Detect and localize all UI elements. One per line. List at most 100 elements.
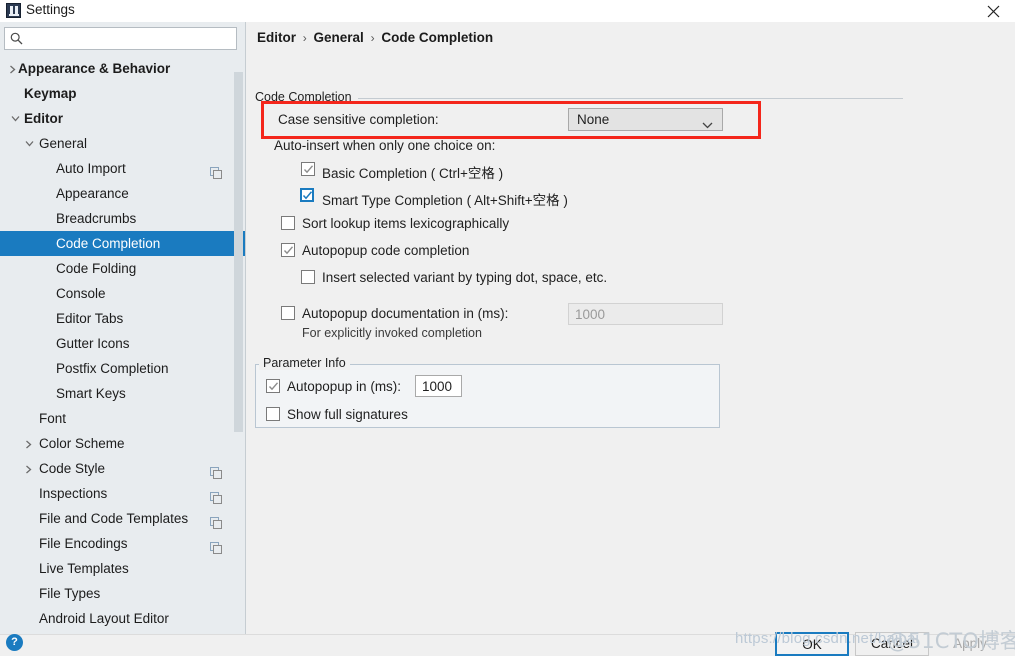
chevron-down-icon[interactable] — [8, 106, 22, 131]
sidebar-item-label: Inspections — [39, 486, 108, 501]
sidebar-item-android-layout-editor[interactable]: Android Layout Editor — [0, 606, 245, 631]
breadcrumb-editor[interactable]: Editor — [257, 30, 296, 45]
sidebar-item-label: Editor — [24, 111, 63, 126]
close-icon[interactable] — [971, 0, 1015, 22]
sidebar-item-label: Console — [56, 286, 106, 301]
search-box[interactable] — [4, 27, 238, 51]
sidebar-item-file-types[interactable]: File Types — [0, 581, 245, 606]
sidebar-item-code-style[interactable]: Code Style — [0, 456, 245, 481]
case-sensitive-completion-dropdown[interactable]: None — [568, 108, 723, 131]
breadcrumb-separator-2: › — [370, 31, 375, 45]
sidebar-item-label: Editor Tabs — [56, 311, 124, 326]
sidebar-item-label: File Encodings — [39, 536, 128, 551]
show-full-signatures-checkbox[interactable] — [266, 407, 280, 421]
sidebar-item-label: Code Style — [39, 461, 106, 476]
sidebar-item-font[interactable]: Font — [0, 406, 245, 431]
check-icon — [303, 163, 314, 174]
sidebar-item-label: File and Code Templates — [39, 511, 189, 526]
sidebar-item-editor[interactable]: Editor — [0, 106, 245, 131]
sidebar-item-auto-import[interactable]: Auto Import — [0, 156, 245, 181]
sidebar-item-appearance-behavior[interactable]: Appearance & Behavior — [0, 56, 245, 81]
sidebar-item-label: Gutter Icons — [56, 336, 130, 351]
chevron-right-icon[interactable] — [22, 456, 36, 481]
autopopup-documentation-input[interactable]: 1000 — [568, 303, 723, 325]
chevron-down-icon — [702, 117, 713, 132]
sidebar-item-file-encodings[interactable]: File Encodings — [0, 531, 245, 556]
check-icon — [302, 189, 313, 200]
sidebar-item-code-completion[interactable]: Code Completion — [0, 231, 245, 256]
sidebar-item-label: Color Scheme — [39, 436, 125, 451]
insert-selected-variant-label[interactable]: Insert selected variant by typing dot, s… — [322, 270, 607, 285]
sidebar-item-keymap[interactable]: Keymap — [0, 81, 245, 106]
param-autopopup-input[interactable]: 1000 — [415, 375, 462, 397]
sidebar-item-inspections[interactable]: Inspections — [0, 481, 245, 506]
case-sensitive-completion-value: None — [577, 112, 610, 127]
sidebar-item-label: Android Layout Editor — [39, 611, 169, 626]
help-button[interactable]: ? — [6, 634, 23, 651]
intellij-app-icon — [6, 3, 21, 18]
chevron-down-icon[interactable] — [22, 131, 36, 156]
sidebar-item-smart-keys[interactable]: Smart Keys — [0, 381, 245, 406]
settings-dialog: Settings Appearance & Behavior Keymap Edit… — [0, 0, 1015, 656]
sidebar-item-gutter-icons[interactable]: Gutter Icons — [0, 331, 245, 356]
sidebar-item-general[interactable]: General — [0, 131, 245, 156]
settings-tree: Appearance & Behavior Keymap Editor General… — [0, 56, 245, 631]
autopopup-documentation-value: 1000 — [575, 307, 606, 322]
autopopup-documentation-checkbox[interactable] — [281, 306, 295, 320]
sidebar-item-label: Smart Keys — [56, 386, 126, 401]
breadcrumb-separator-1: › — [302, 31, 307, 45]
case-sensitive-completion-label: Case sensitive completion: — [278, 112, 439, 127]
settings-main-panel: Editor › General › Code Completion Code … — [247, 22, 1015, 634]
sidebar-item-label: Code Folding — [56, 261, 137, 276]
sidebar-item-label: Appearance — [56, 186, 129, 201]
sidebar-item-label: Keymap — [24, 86, 77, 101]
sort-lookup-label[interactable]: Sort lookup items lexicographically — [302, 216, 509, 231]
sidebar-item-label: Font — [39, 411, 67, 426]
group-parameter-info-caption: Parameter Info — [259, 356, 350, 370]
sidebar-item-code-folding[interactable]: Code Folding — [0, 256, 245, 281]
basic-completion-label[interactable]: Basic Completion ( Ctrl+空格 ) — [322, 162, 503, 182]
sidebar-item-file-and-code-templates[interactable]: File and Code Templates — [0, 506, 245, 531]
param-autopopup-value: 1000 — [422, 379, 453, 394]
sidebar-item-appearance[interactable]: Appearance — [0, 181, 245, 206]
sidebar-item-label: Auto Import — [56, 161, 126, 176]
check-icon — [268, 380, 279, 391]
autopopup-documentation-label[interactable]: Autopopup documentation in (ms): — [302, 306, 508, 321]
smart-type-completion-checkbox[interactable] — [300, 188, 314, 202]
autopopup-code-completion-checkbox[interactable] — [281, 243, 295, 257]
breadcrumb: Editor › General › Code Completion — [257, 30, 493, 45]
window-title: Settings — [26, 2, 75, 17]
sidebar-item-label: Appearance & Behavior — [18, 61, 171, 76]
check-icon — [283, 244, 294, 255]
sidebar-item-breadcrumbs[interactable]: Breadcrumbs — [0, 206, 245, 231]
breadcrumb-general[interactable]: General — [314, 30, 364, 45]
autopopup-code-completion-label[interactable]: Autopopup code completion — [302, 243, 469, 258]
search-input[interactable] — [29, 28, 238, 51]
sidebar-item-console[interactable]: Console — [0, 281, 245, 306]
auto-insert-label: Auto-insert when only one choice on: — [274, 138, 496, 153]
cancel-button[interactable]: Cancel — [855, 632, 929, 656]
sidebar-item-label: File Types — [39, 586, 101, 601]
sort-lookup-checkbox[interactable] — [281, 216, 295, 230]
sidebar-item-label: Live Templates — [39, 561, 129, 576]
sidebar-item-live-templates[interactable]: Live Templates — [0, 556, 245, 581]
for-explicitly-invoked-label: For explicitly invoked completion — [302, 326, 482, 340]
sidebar-item-label: Code Completion — [56, 236, 161, 251]
apply-button[interactable]: Apply — [934, 632, 1006, 656]
smart-type-completion-label[interactable]: Smart Type Completion ( Alt+Shift+空格 ) — [322, 189, 568, 209]
sidebar-item-color-scheme[interactable]: Color Scheme — [0, 431, 245, 456]
sidebar-item-label: Breadcrumbs — [56, 211, 137, 226]
breadcrumb-code-completion: Code Completion — [381, 30, 494, 45]
sidebar-item-editor-tabs[interactable]: Editor Tabs — [0, 306, 245, 331]
sidebar-scrollbar-thumb[interactable] — [234, 72, 243, 432]
sidebar-item-label: General — [39, 136, 88, 151]
sidebar-item-postfix-completion[interactable]: Postfix Completion — [0, 356, 245, 381]
ok-button[interactable]: OK — [775, 632, 849, 656]
settings-sidebar: Appearance & Behavior Keymap Editor General… — [0, 22, 246, 634]
show-full-signatures-label[interactable]: Show full signatures — [287, 407, 408, 422]
basic-completion-checkbox[interactable] — [301, 162, 315, 176]
chevron-right-icon[interactable] — [22, 431, 36, 456]
param-autopopup-checkbox[interactable] — [266, 379, 280, 393]
param-autopopup-label[interactable]: Autopopup in (ms): — [287, 379, 401, 394]
insert-selected-variant-checkbox[interactable] — [301, 270, 315, 284]
